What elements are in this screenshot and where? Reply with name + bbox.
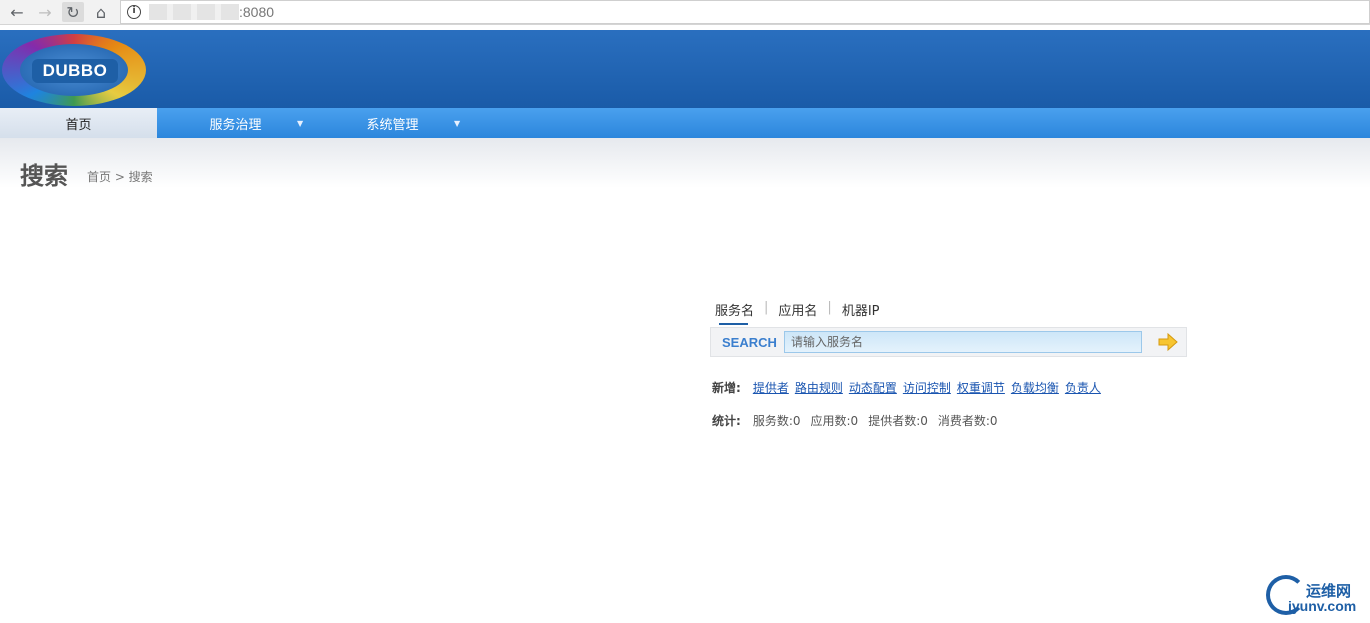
- service-count: 服务数:0: [752, 414, 801, 428]
- breadcrumb[interactable]: 首页 > 搜索: [87, 168, 153, 185]
- title-band: 搜索 首页 > 搜索: [0, 138, 1370, 190]
- menu-item-home[interactable]: 首页: [0, 108, 157, 138]
- info-icon[interactable]: i: [127, 5, 141, 19]
- add-dynamic-config-link[interactable]: 动态配置: [849, 379, 897, 396]
- menu-item-label: 首页: [65, 118, 92, 133]
- dropdown-caret-icon: ▼: [454, 119, 461, 128]
- add-label: 新增:: [712, 381, 741, 395]
- menu-item-service-governance[interactable]: 服务治理 ▼: [157, 108, 314, 138]
- add-access-control-link[interactable]: 访问控制: [903, 379, 951, 396]
- app-header: DUBBO: [0, 30, 1370, 108]
- tab-separator: |: [764, 300, 769, 315]
- logo-text: DUBBO: [32, 59, 118, 83]
- provider-count: 提供者数:0: [868, 414, 928, 428]
- menu-item-system-management[interactable]: 系统管理 ▼: [314, 108, 471, 138]
- watermark-en: iyunv.com: [1288, 598, 1357, 614]
- search-type-tabs: 服务名 | 应用名 | 机器IP: [715, 300, 880, 325]
- consumer-count: 消费者数:0: [937, 414, 998, 428]
- watermark-logo: 运维网 iyunv.com: [1266, 575, 1370, 620]
- home-icon[interactable]: ⌂: [90, 2, 112, 22]
- menu-item-label: 服务治理: [209, 118, 262, 133]
- arrow-right-icon[interactable]: [1157, 332, 1179, 352]
- dropdown-caret-icon: ▼: [297, 119, 304, 128]
- forward-arrow-icon[interactable]: →: [34, 2, 56, 22]
- menu-item-label: 系统管理: [366, 118, 419, 133]
- add-links-row: 新增: 提供者 路由规则 动态配置 访问控制 权重调节 负载均衡 负责人: [712, 379, 1101, 396]
- tab-separator: |: [827, 300, 832, 315]
- stats-label: 统计:: [712, 414, 741, 428]
- add-weight-adjust-link[interactable]: 权重调节: [957, 379, 1005, 396]
- tab-machine-ip[interactable]: 机器IP: [842, 300, 880, 325]
- add-route-rule-link[interactable]: 路由规则: [795, 379, 843, 396]
- search-bar: SEARCH: [710, 327, 1187, 357]
- tab-app-name[interactable]: 应用名: [778, 300, 817, 325]
- url-port: :8080: [239, 4, 275, 20]
- search-label: SEARCH: [722, 335, 777, 350]
- dubbo-logo[interactable]: DUBBO: [2, 34, 146, 106]
- reload-icon[interactable]: ↻: [62, 2, 84, 22]
- search-input[interactable]: [784, 331, 1142, 353]
- back-arrow-icon[interactable]: ←: [6, 2, 28, 22]
- add-provider-link[interactable]: 提供者: [753, 379, 789, 396]
- app-count: 应用数:0: [810, 414, 859, 428]
- main-menu: 首页 服务治理 ▼ 系统管理 ▼: [0, 108, 1370, 138]
- page-title: 搜索: [20, 162, 68, 190]
- address-bar[interactable]: i :8080: [120, 0, 1370, 24]
- tab-service-name[interactable]: 服务名: [715, 300, 754, 325]
- url-host-redacted: [149, 4, 239, 20]
- add-load-balance-link[interactable]: 负载均衡: [1011, 379, 1059, 396]
- add-owner-link[interactable]: 负责人: [1065, 379, 1101, 396]
- stats-row: 统计: 服务数:0 应用数:0 提供者数:0 消费者数:0: [712, 412, 1002, 429]
- browser-toolbar: ← → ↻ ⌂ i :8080: [0, 0, 1370, 25]
